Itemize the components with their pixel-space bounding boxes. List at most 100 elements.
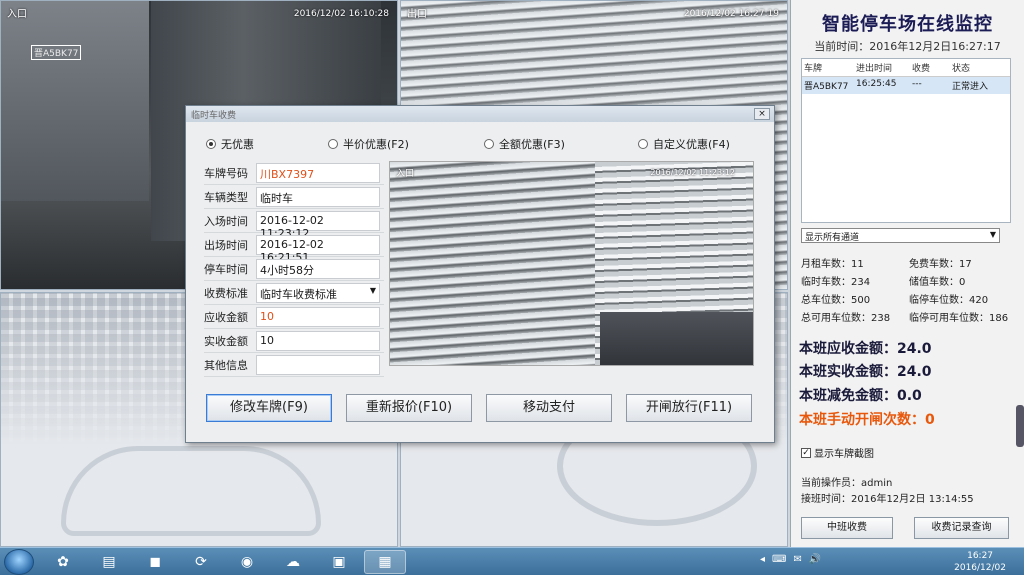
other-info-field[interactable] — [256, 354, 380, 375]
plate-number-field[interactable]: 川BX7397 — [256, 162, 380, 183]
stat-temp-available: 临停可用车位数：186 — [909, 312, 1009, 324]
radio-selected-icon — [206, 139, 216, 149]
parking-app-icon[interactable]: ▦ — [364, 550, 406, 574]
close-icon[interactable]: × — [754, 108, 770, 120]
total-discount: 本班减免金额：0.0 — [799, 388, 922, 404]
discount-options: 无优惠 半价优惠(F2) 全额优惠(F3) 自定义优惠(F4) — [206, 136, 766, 152]
field-label: 入场时间 — [204, 214, 248, 228]
temporary-car-payment-dialog: 临时车收费 × 无优惠 半价优惠(F2) 全额优惠(F3) 自定义优惠(F4) … — [185, 105, 775, 443]
mobile-pay-button[interactable]: 移动支付 — [486, 394, 612, 422]
wechat-icon[interactable]: ☁ — [272, 550, 314, 574]
operator-name: 当前操作员：admin — [801, 478, 893, 489]
channel-select[interactable]: 显示所有通道 ▼ — [801, 228, 1000, 243]
keyboard-icon[interactable]: ⌨ — [772, 554, 786, 565]
form-row-other-info: 其他信息 — [204, 353, 384, 377]
amount-paid-field[interactable]: 10 — [256, 330, 380, 351]
camera-timestamp: 2016/12/02 16:10:28 — [293, 9, 389, 19]
field-label: 出场时间 — [204, 238, 248, 252]
scrollbar-handle[interactable] — [1016, 405, 1024, 447]
chevron-down-icon: ▼ — [989, 230, 996, 239]
current-time: 当前时间：2016年12月2日16:27:17 — [814, 40, 1001, 53]
stats-row: 总可用车位数：238 临停可用车位数：186 — [801, 307, 1021, 325]
radio-custom-discount[interactable]: 自定义优惠(F4) — [638, 136, 730, 152]
column-header: 进出时间 — [856, 64, 893, 74]
sync-app-icon[interactable]: ⟳ — [180, 550, 222, 574]
table-cell: 晋A5BK77 — [804, 82, 849, 92]
field-label: 车辆类型 — [204, 190, 248, 204]
camera-window-area — [1, 1, 149, 201]
operator-info: 当前操作员：admin 接班时间：2016年12月2日 13:14:55 — [801, 476, 974, 508]
column-header: 车牌 — [804, 64, 823, 74]
taskbar-clock[interactable]: 16:27 2016/12/02 — [954, 550, 1006, 574]
clock-time: 16:27 — [967, 551, 994, 561]
form-row-amount-paid: 实收金额 10 — [204, 329, 384, 353]
vehicle-type-field: 临时车 — [256, 186, 380, 207]
column-header: 状态 — [952, 64, 971, 74]
car-watermark-icon — [61, 446, 321, 536]
checkbox-checked-icon: ✓ — [801, 447, 811, 458]
mail-icon[interactable]: ✉ — [793, 554, 801, 565]
parking-stats: 月租车数：11 免费车数：17 临时车数：234 储值车数：0 总车位数：500… — [801, 253, 1021, 325]
taskbar: ✿ ▤ ◼ ⟳ ◉ ☁ ▣ ▦ ◂ ⌨ ✉ 🔊 16:27 2016/12/02 — [0, 547, 1024, 575]
radio-half-discount[interactable]: 半价优惠(F2) — [328, 136, 484, 152]
requote-button[interactable]: 重新报价(F10) — [346, 394, 472, 422]
file-explorer-icon[interactable]: ▤ — [88, 550, 130, 574]
volume-icon[interactable]: 🔊 — [809, 554, 821, 565]
radio-no-discount[interactable]: 无优惠 — [206, 136, 328, 152]
exit-time-field: 2016-12-02 16:21:51 — [256, 234, 380, 264]
clock-date: 2016/12/02 — [954, 563, 1006, 573]
form-row-vehicle-type: 车辆类型 临时车 — [204, 185, 384, 209]
chevron-down-icon: ▼ — [369, 285, 376, 295]
vehicle-log-table[interactable]: 车牌 进出时间 收费 状态 晋A5BK77 16:25:45 --- 正常进入 — [801, 58, 1011, 223]
payment-form: 车牌号码 川BX7397 车辆类型 临时车 入场时间 2016-12-02 11… — [204, 161, 384, 377]
form-row-plate: 车牌号码 川BX7397 — [204, 161, 384, 185]
dialog-title: 临时车收费 — [186, 106, 774, 122]
show-snapshot-checkbox[interactable]: ✓ 显示车牌截图 — [801, 445, 874, 460]
camera-label: 出口 — [407, 9, 427, 20]
fee-standard-select[interactable]: 临时车收费标准 ▼ — [256, 282, 380, 303]
stats-row: 临时车数：234 储值车数：0 — [801, 271, 1021, 289]
shift-time: 接班时间：2016年12月2日 13:14:55 — [801, 494, 974, 505]
manual-open-count: 本班手动开闸次数：0 — [799, 412, 935, 428]
chrome-icon[interactable]: ◉ — [226, 550, 268, 574]
amount-due-field: 10 — [256, 306, 380, 327]
form-row-fee-standard: 收费标准 临时车收费标准 ▼ — [204, 281, 384, 305]
shift-fee-button[interactable]: 中班收费 — [801, 517, 893, 539]
table-cell: 16:25:45 — [856, 79, 897, 89]
snapshot-label: 入口 — [396, 169, 415, 179]
radio-icon — [484, 139, 494, 149]
field-label: 停车时间 — [204, 262, 248, 276]
open-gate-button[interactable]: 开闸放行(F11) — [626, 394, 752, 422]
tray-arrow-icon[interactable]: ◂ — [760, 554, 765, 565]
stat-total-spaces: 总车位数：500 — [801, 294, 871, 306]
table-header: 车牌 进出时间 收费 状态 — [802, 59, 1010, 77]
radio-label: 自定义优惠(F4) — [653, 138, 730, 151]
total-received: 本班实收金额：24.0 — [799, 364, 932, 380]
stats-row: 月租车数：11 免费车数：17 — [801, 253, 1021, 271]
monitor-panel: 智能停车场在线监控 当前时间：2016年12月2日16:27:17 车牌 进出时… — [790, 0, 1024, 547]
edit-plate-button[interactable]: 修改车牌(F9) — [206, 394, 332, 422]
fee-records-button[interactable]: 收费记录查询 — [914, 517, 1009, 539]
camera-label: 入口 — [7, 9, 27, 20]
stat-free: 免费车数：17 — [909, 258, 972, 270]
stat-temporary: 临时车数：234 — [801, 276, 871, 288]
app-flower-icon[interactable]: ✿ — [42, 550, 84, 574]
field-label: 车牌号码 — [204, 166, 248, 180]
radio-label: 全额优惠(F3) — [499, 138, 565, 151]
table-row[interactable]: 晋A5BK77 16:25:45 --- 正常进入 — [802, 77, 1010, 94]
stats-row: 总车位数：500 临停车位数：420 — [801, 289, 1021, 307]
radio-label: 半价优惠(F2) — [343, 138, 409, 151]
stat-stored-value: 储值车数：0 — [909, 276, 966, 288]
camera-timestamp: 2016/12/02 16:27:19 — [683, 9, 779, 19]
field-label: 其他信息 — [204, 358, 248, 372]
webstorm-icon[interactable]: ◼ — [134, 550, 176, 574]
stat-total-available: 总可用车位数：238 — [801, 312, 891, 324]
app-window-icon[interactable]: ▣ — [318, 550, 360, 574]
table-cell: --- — [912, 79, 922, 89]
field-label: 实收金额 — [204, 334, 248, 348]
form-row-entry-time: 入场时间 2016-12-02 11:23:12 — [204, 209, 384, 240]
radio-full-discount[interactable]: 全额优惠(F3) — [484, 136, 638, 152]
windows-start-icon[interactable] — [4, 549, 34, 575]
form-row-amount-due: 应收金额 10 — [204, 305, 384, 329]
parking-duration-field: 4小时58分 — [256, 258, 380, 279]
